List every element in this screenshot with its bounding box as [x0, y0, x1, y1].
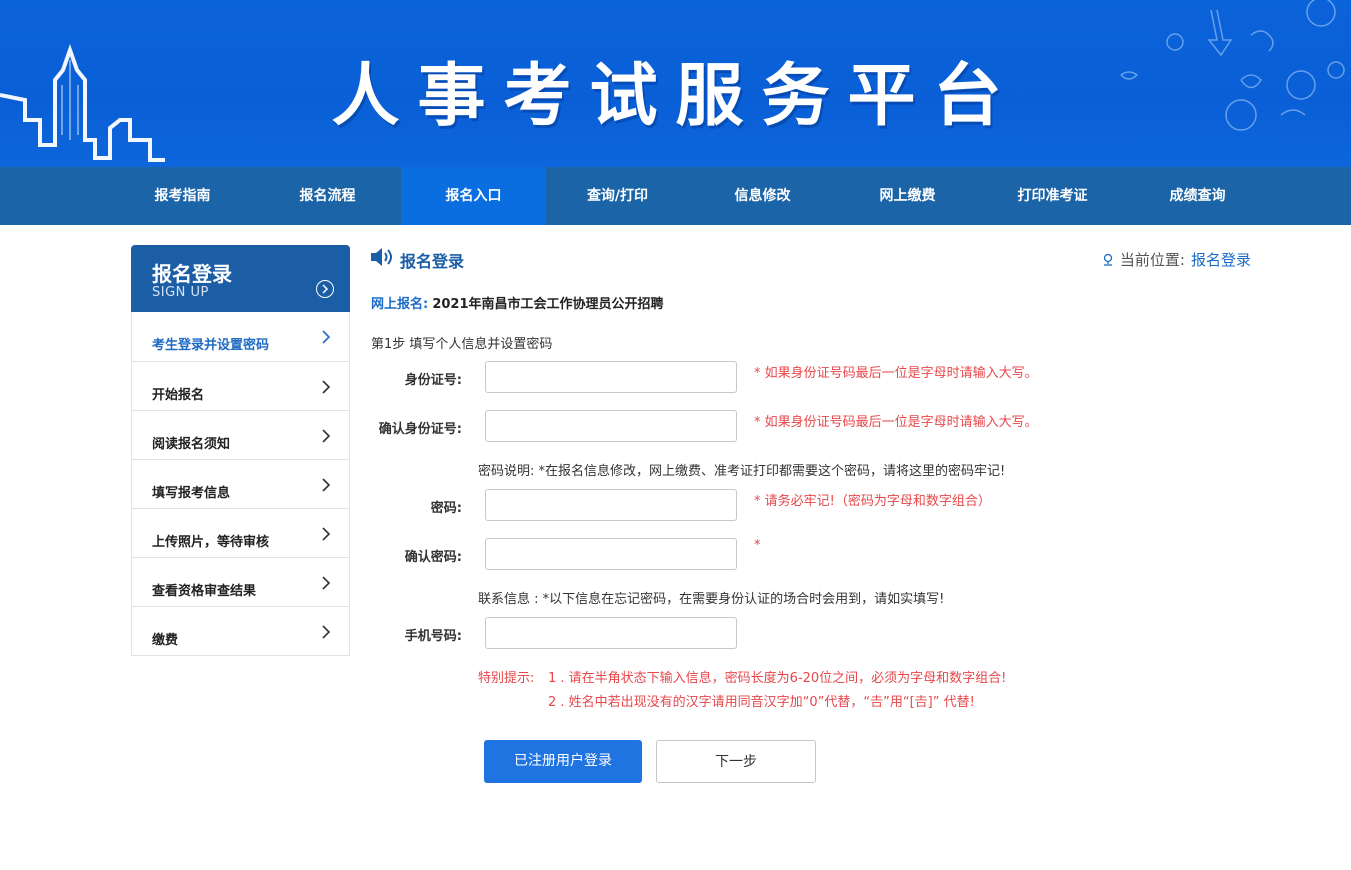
speaker-icon [371, 248, 392, 266]
breadcrumb-label: 当前位置: [1119, 251, 1185, 269]
sidebar-item-label: 填写报考信息 [152, 486, 231, 501]
id-number-input[interactable] [485, 361, 737, 393]
sidebar-item-label: 阅读报名须知 [152, 437, 231, 452]
next-step-button[interactable]: 下一步 [656, 740, 816, 783]
sidebar-item-pay[interactable]: 缴费 [132, 606, 349, 655]
exam-name: 网上报名: 2021年南昌市工会工作协理员公开招聘 [371, 293, 664, 312]
sidebar-list: 考生登录并设置密码 开始报名 阅读报名须知 填写报考信息 上传照片，等待审核 查… [131, 312, 350, 656]
location-pin-icon [1103, 253, 1113, 266]
sidebar-item-review-result[interactable]: 查看资格审查结果 [132, 557, 349, 606]
breadcrumb-current[interactable]: 报名登录 [1191, 251, 1251, 269]
chevron-right-icon [322, 380, 331, 394]
nav-item-scores[interactable]: 成绩查询 [1125, 167, 1270, 225]
tip-2: 2 . 姓名中若出现没有的汉字请用同音汉字加“0”代替，“𠮷”用“[𠮷]” 代替… [548, 695, 975, 710]
phone-input[interactable] [485, 617, 737, 649]
confirm-id-input[interactable] [485, 410, 737, 442]
sidebar-item-start[interactable]: 开始报名 [132, 361, 349, 410]
sidebar-item-upload-photo[interactable]: 上传照片，等待审核 [132, 508, 349, 557]
nav-item-entry[interactable]: 报名入口 [401, 167, 546, 225]
nav-item-info-edit[interactable]: 信息修改 [690, 167, 835, 225]
phone-label: 手机号码: [404, 629, 462, 644]
sidebar-header: 报名登录 SIGN UP [131, 245, 350, 312]
sidebar-item-label: 考生登录并设置密码 [152, 338, 270, 353]
sidebar: 报名登录 SIGN UP 考生登录并设置密码 开始报名 阅读报名须知 填写报考信… [131, 245, 350, 656]
confirm-password-input[interactable] [485, 538, 737, 570]
password-hint: * 请务必牢记!（密码为字母和数字组合） [754, 494, 991, 509]
sidebar-item-label: 缴费 [152, 633, 179, 648]
exam-value: 2021年南昌市工会工作协理员公开招聘 [432, 297, 664, 312]
id-number-label: 身份证号: [404, 373, 462, 388]
confirm-id-hint: * 如果身份证号码最后一位是字母时请输入大写。 [754, 415, 1038, 430]
confirm-id-label: 确认身份证号: [378, 422, 462, 437]
decorative-doodles-icon [1120, 0, 1345, 131]
password-input[interactable] [485, 489, 737, 521]
password-label: 密码: [430, 501, 462, 516]
page-title-text: 报名登录 [400, 252, 465, 271]
confirm-password-label: 确认密码: [404, 550, 462, 565]
sidebar-item-label: 开始报名 [152, 388, 205, 403]
sidebar-item-fill-info[interactable]: 填写报考信息 [132, 459, 349, 508]
password-note: 密码说明: *在报名信息修改，网上缴费、准考证打印都需要这个密码，请将这里的密码… [478, 464, 1006, 479]
chevron-right-icon [322, 625, 331, 639]
sidebar-title: 报名登录 [152, 262, 232, 286]
chevron-right-icon [322, 576, 331, 590]
chevron-right-icon [322, 527, 331, 541]
circle-arrow-icon [316, 280, 334, 298]
exam-key: 网上报名: [371, 297, 429, 312]
sidebar-item-label: 查看资格审查结果 [152, 584, 257, 599]
sidebar-item-login-set-password[interactable]: 考生登录并设置密码 [132, 312, 349, 361]
breadcrumb: 当前位置: 报名登录 [1102, 249, 1251, 270]
main-nav: 报考指南 报名流程 报名入口 查询/打印 信息修改 网上缴费 打印准考证 成绩查… [0, 167, 1351, 225]
confirm-password-hint: * [754, 538, 761, 553]
registered-login-button[interactable]: 已注册用户登录 [484, 740, 642, 783]
nav-item-payment[interactable]: 网上缴费 [835, 167, 980, 225]
id-number-hint: * 如果身份证号码最后一位是字母时请输入大写。 [754, 366, 1038, 381]
sidebar-item-read-notice[interactable]: 阅读报名须知 [132, 410, 349, 459]
step-label: 第1步 填写个人信息并设置密码 [371, 337, 553, 352]
nav-item-process[interactable]: 报名流程 [255, 167, 400, 225]
nav-item-guide[interactable]: 报考指南 [110, 167, 255, 225]
tips-prefix: 特别提示: [478, 671, 535, 686]
header-banner: 人事考试服务平台 [0, 0, 1351, 167]
sidebar-item-label: 上传照片，等待审核 [152, 535, 270, 550]
chevron-right-icon [322, 330, 331, 344]
contact-note: 联系信息 : *以下信息在忘记密码，在需要身份认证的场合时会用到，请如实填写! [478, 592, 945, 607]
chevron-right-icon [322, 478, 331, 492]
chevron-right-icon [322, 429, 331, 443]
nav-item-admission-ticket[interactable]: 打印准考证 [980, 167, 1125, 225]
nav-item-query-print[interactable]: 查询/打印 [545, 167, 690, 225]
tip-1: 1 . 请在半角状态下输入信息，密码长度为6-20位之间，必须为字母和数字组合! [548, 671, 1007, 686]
sidebar-subtitle: SIGN UP [152, 285, 209, 300]
